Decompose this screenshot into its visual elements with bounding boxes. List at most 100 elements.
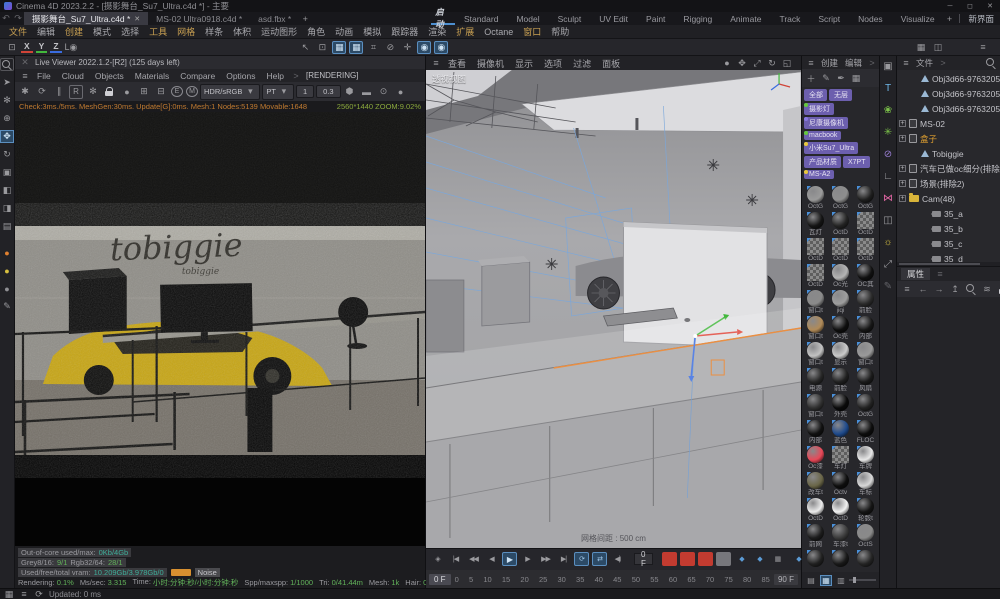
tab-attributes[interactable]: 属性	[901, 268, 930, 280]
search-icon[interactable]	[965, 283, 977, 295]
material-swatch[interactable]: OctG	[804, 186, 827, 211]
add-region-icon[interactable]: ⊞	[137, 85, 151, 99]
lock-resolution-toggle[interactable]	[103, 85, 117, 99]
document-tab[interactable]: asd.fbx * ✕	[250, 12, 299, 25]
kernel-dropdown[interactable]: PT ▾	[262, 84, 294, 100]
auto-key-toggle[interactable]: ◆	[752, 552, 767, 566]
minimize-button[interactable]: ─	[944, 1, 956, 11]
z-axis-toggle[interactable]: Z	[50, 41, 61, 53]
menu-item[interactable]: 模拟	[358, 25, 386, 38]
atom-icon[interactable]: ✳	[880, 125, 896, 140]
layout-item[interactable]: Script	[809, 12, 849, 25]
material-swatch[interactable]: Octv	[829, 472, 852, 497]
material-swatch[interactable]: 电源	[804, 368, 827, 393]
thumbnail-size-slider[interactable]	[849, 579, 876, 581]
object-tree-item[interactable]: 35_d	[897, 251, 1000, 262]
menu-item[interactable]: 编辑	[32, 25, 60, 38]
material-swatch[interactable]: 外壳	[829, 394, 852, 419]
layout-item[interactable]: Visualize	[892, 12, 944, 25]
material-tag[interactable]: 摄影灯	[804, 103, 834, 115]
gear-icon[interactable]: ✻	[0, 94, 14, 107]
rotate-tool-icon[interactable]: ↻	[0, 148, 14, 161]
viewport-view-label[interactable]: 透视视图	[432, 73, 466, 85]
plant-icon[interactable]: ❀	[880, 103, 896, 118]
material-swatch[interactable]: Oc壳	[829, 316, 852, 341]
undo-button[interactable]: ↶	[0, 13, 12, 25]
material-swatch[interactable]: OctD	[854, 238, 877, 263]
chevron-right-icon[interactable]: >	[290, 70, 302, 82]
window-mode-icon[interactable]: ⊡	[6, 41, 18, 53]
tab-menu-icon[interactable]: ≡	[934, 268, 946, 280]
material-menu-item[interactable]: 创建	[819, 57, 840, 69]
material-swatch[interactable]: 内部	[854, 316, 877, 341]
menu-item[interactable]: 体积	[228, 25, 256, 38]
material-swatch[interactable]: OctG	[829, 186, 852, 211]
material-swatch[interactable]: OctD	[829, 498, 852, 523]
menu-item[interactable]: 渲染	[423, 25, 451, 38]
samples-field[interactable]: 1	[296, 85, 314, 98]
material-tag[interactable]: 全部	[804, 89, 827, 101]
material-swatch[interactable]: 车标	[854, 472, 877, 497]
hamburger-icon[interactable]: ≡	[805, 57, 817, 69]
coord-system-toggle[interactable]: L◉	[65, 41, 78, 53]
material-tag[interactable]: 产品材质	[804, 156, 841, 168]
redo-button[interactable]: ↷	[12, 13, 24, 25]
grid-view-icon[interactable]: ▦	[820, 575, 832, 586]
next-frame-button[interactable]: ▶	[520, 552, 535, 566]
current-frame-field[interactable]: 0 F	[634, 553, 653, 565]
restrict-icon[interactable]: ⊘	[880, 147, 896, 162]
menu-item[interactable]: 选择	[116, 25, 144, 38]
menu-icon[interactable]: ≡	[901, 283, 913, 295]
material-tag[interactable]: 小米Su7_Ultra	[804, 142, 858, 154]
object-tree-item[interactable]: Tobiggie	[897, 146, 1000, 161]
reset-button[interactable]: R	[69, 85, 83, 99]
chevron-right-icon[interactable]: >	[866, 57, 878, 69]
edge-mode-icon[interactable]: ◨	[0, 202, 14, 215]
grid-view-icon[interactable]: ▦	[850, 72, 862, 84]
material-swatch[interactable]: 窗口t	[804, 342, 827, 367]
material-swatch[interactable]: 车漆t	[829, 524, 852, 549]
material-swatch[interactable]: 窗口t	[854, 342, 877, 367]
material-tag[interactable]: MS-A2	[804, 170, 834, 179]
panel-close-icon[interactable]: ✕	[19, 57, 31, 69]
expand-icon[interactable]	[899, 135, 906, 142]
edit-mode-icon[interactable]: ✎	[0, 300, 14, 313]
material-menu-item[interactable]: 编辑	[843, 57, 864, 69]
select-arrow-icon[interactable]: ➤	[0, 76, 14, 89]
viewport-menu-item[interactable]: 摄像机	[473, 57, 508, 70]
film-camera-icon[interactable]: ⊙	[377, 85, 391, 99]
grid-icon[interactable]: ▦	[3, 588, 15, 599]
zoom-view-icon[interactable]: ⤢	[751, 57, 763, 69]
material-swatch[interactable]: OctD	[804, 498, 827, 523]
enable-snap-toggle[interactable]: ◉	[417, 41, 431, 54]
record-keyframe-button[interactable]	[662, 552, 677, 566]
model-mode-icon[interactable]: ▣	[0, 166, 14, 179]
range-end[interactable]: 90 F	[774, 574, 798, 585]
live-viewer-menu-item[interactable]: Options	[222, 71, 259, 81]
y-axis-toggle[interactable]: Y	[36, 41, 48, 53]
sphere-icon[interactable]: ●	[394, 85, 408, 99]
object-tree-item[interactable]: 盒子	[897, 131, 1000, 146]
horizontal-scrollbar[interactable]	[897, 262, 1000, 266]
material-swatch[interactable]: OctG	[854, 394, 877, 419]
material-swatch[interactable]: OctD	[804, 264, 827, 289]
angle-icon[interactable]: ∟	[880, 169, 896, 184]
ratio-field[interactable]: 0.3	[316, 85, 340, 98]
menu-item[interactable]: Octane	[479, 27, 518, 37]
bowtie-icon[interactable]: ⋈	[880, 191, 896, 206]
object-tree-item[interactable]: Obj3d66-9763205-1-954	[897, 71, 1000, 86]
list-view-icon[interactable]: ▤	[805, 575, 817, 586]
material-swatch[interactable]: Oc漆	[804, 446, 827, 471]
material-swatch[interactable]: OctS	[854, 524, 877, 549]
keyframe-nav-icon[interactable]: ◈	[430, 552, 445, 566]
menu-item[interactable]: 角色	[302, 25, 330, 38]
timeline-grid-icon[interactable]: ▦	[770, 552, 785, 566]
material-swatch[interactable]: 前脸	[829, 368, 852, 393]
layout-item[interactable]: Model	[507, 12, 548, 25]
texture-mode-icon[interactable]: ●	[0, 264, 14, 277]
live-viewer-menu-item[interactable]: Help	[263, 71, 288, 81]
shading-sphere-icon[interactable]: ●	[721, 57, 733, 69]
material-swatch[interactable]: 车牌	[854, 446, 877, 471]
layout-panel2-icon[interactable]: ◫	[931, 41, 945, 54]
expand-icon[interactable]	[899, 195, 906, 202]
